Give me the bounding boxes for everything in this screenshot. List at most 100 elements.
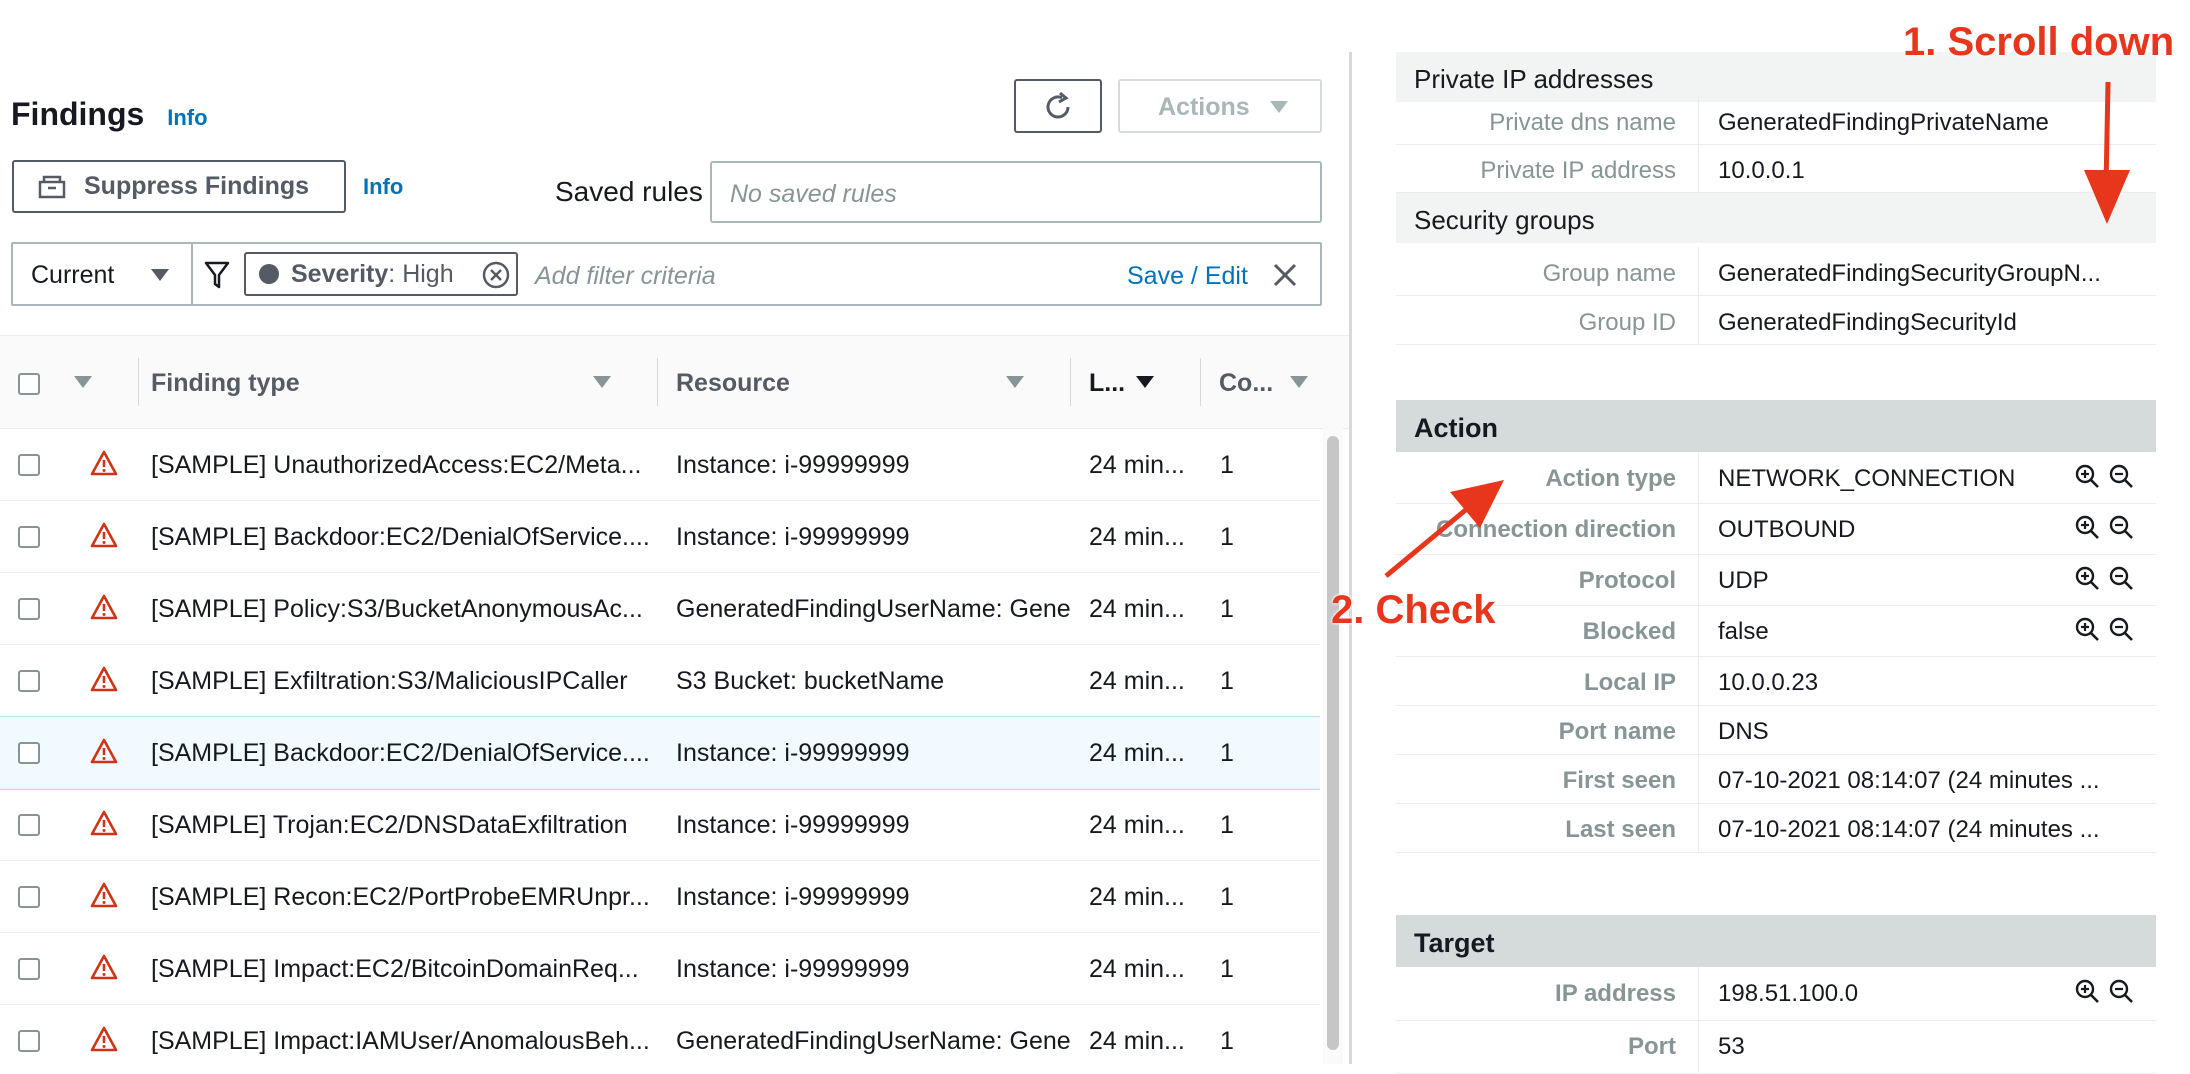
finding-type-link[interactable]: [SAMPLE] Backdoor:EC2/DenialOfService...… xyxy=(151,523,651,552)
row-checkbox[interactable] xyxy=(18,958,40,980)
finding-type-link[interactable]: [SAMPLE] Impact:IAMUser/AnomalousBeh... xyxy=(151,1027,651,1056)
table-row[interactable]: [SAMPLE] Recon:EC2/PortProbeEMRUnpr... In… xyxy=(0,860,1320,933)
clear-token-icon[interactable] xyxy=(482,261,510,289)
security-groups-heading: Security groups xyxy=(1396,193,2156,243)
detail-key: Local IP xyxy=(1583,669,1676,696)
caret-down-icon[interactable] xyxy=(74,376,92,388)
table-row[interactable]: [SAMPLE] Impact:IAMUser/AnomalousBeh... G… xyxy=(0,1004,1320,1064)
severity-filter-token: Severity : High xyxy=(244,252,518,296)
row-divider xyxy=(1698,705,1699,754)
security-groups-heading-text: Security groups xyxy=(1414,205,1595,235)
last-seen-cell: 24 min... xyxy=(1089,667,1185,695)
detail-key: Protocol xyxy=(1578,567,1676,594)
finding-type-link[interactable]: [SAMPLE] UnauthorizedAccess:EC2/Meta... xyxy=(151,451,651,480)
detail-row: Last seen 07-10-2021 08:14:07 (24 minutes… xyxy=(1396,803,2156,853)
zoom-out-icon[interactable] xyxy=(2108,616,2134,642)
zoom-out-icon[interactable] xyxy=(2108,514,2134,540)
count-cell: 1 xyxy=(1220,739,1234,767)
annotation-check: 2. Check xyxy=(1331,588,1496,632)
last-seen-cell: 24 min... xyxy=(1089,811,1185,839)
column-last-seen[interactable]: L... xyxy=(1089,369,1125,398)
caret-down-icon[interactable] xyxy=(1290,376,1308,388)
row-checkbox[interactable] xyxy=(18,742,40,764)
close-icon[interactable] xyxy=(1272,262,1298,288)
select-all-checkbox[interactable] xyxy=(18,373,40,395)
filter-input[interactable]: Add filter criteria xyxy=(535,262,716,291)
detail-value: GeneratedFindingSecurityId xyxy=(1718,309,2017,336)
saved-rules-select[interactable]: No saved rules xyxy=(710,161,1322,223)
warning-triangle-icon xyxy=(90,594,118,620)
zoom-in-icon[interactable] xyxy=(2074,565,2100,591)
scope-select[interactable]: Current xyxy=(13,244,193,304)
zoom-out-icon[interactable] xyxy=(2108,978,2134,1004)
detail-key: Private dns name xyxy=(1489,109,1676,136)
resource-cell: Instance: i-99999999 xyxy=(676,811,910,839)
zoom-in-icon[interactable] xyxy=(2074,463,2100,489)
row-checkbox[interactable] xyxy=(18,1030,40,1052)
table-row[interactable]: [SAMPLE] Impact:EC2/BitcoinDomainReq... I… xyxy=(0,932,1320,1005)
column-resource[interactable]: Resource xyxy=(676,369,790,398)
last-seen-cell: 24 min... xyxy=(1089,523,1185,551)
finding-type-link[interactable]: [SAMPLE] Backdoor:EC2/DenialOfService...… xyxy=(151,739,651,768)
finding-type-link[interactable]: [SAMPLE] Trojan:EC2/DNSDataExfiltration xyxy=(151,811,651,840)
private-ip-heading-text: Private IP addresses xyxy=(1414,64,1654,94)
zoom-in-icon[interactable] xyxy=(2074,514,2100,540)
finding-type-link[interactable]: [SAMPLE] Impact:EC2/BitcoinDomainReq... xyxy=(151,955,651,984)
finding-type-link[interactable]: [SAMPLE] Exfiltration:S3/MaliciousIPCall… xyxy=(151,667,651,696)
warning-triangle-icon xyxy=(90,810,118,836)
annotation-arrow-up-right-icon xyxy=(1384,480,1504,578)
row-checkbox[interactable] xyxy=(18,454,40,476)
actions-button[interactable]: Actions xyxy=(1118,79,1322,133)
table-row[interactable]: [SAMPLE] Backdoor:EC2/DenialOfService...… xyxy=(0,500,1320,573)
zoom-in-icon[interactable] xyxy=(2074,978,2100,1004)
detail-row: Port 53 xyxy=(1396,1020,2156,1074)
zoom-in-icon[interactable] xyxy=(2074,616,2100,642)
zoom-out-icon[interactable] xyxy=(2108,463,2134,489)
table-row[interactable]: [SAMPLE] Policy:S3/BucketAnonymousAc... G… xyxy=(0,572,1320,645)
caret-down-icon[interactable] xyxy=(593,376,611,388)
save-edit-link[interactable]: Save / Edit xyxy=(1127,262,1248,291)
token-value: : High xyxy=(388,259,454,288)
pane-splitter[interactable] xyxy=(1349,52,1352,1064)
actions-label: Actions xyxy=(1158,93,1250,121)
warning-triangle-icon xyxy=(90,1026,118,1052)
zoom-out-icon[interactable] xyxy=(2108,565,2134,591)
column-count[interactable]: Co... xyxy=(1219,369,1273,398)
table-row[interactable]: [SAMPLE] Trojan:EC2/DNSDataExfiltration I… xyxy=(0,788,1320,861)
caret-down-icon[interactable] xyxy=(1006,376,1024,388)
warning-triangle-icon xyxy=(90,666,118,692)
detail-row: Local IP 10.0.0.23 xyxy=(1396,656,2156,706)
column-divider xyxy=(138,358,139,406)
row-divider xyxy=(1698,96,1699,144)
title-info-link[interactable]: Info xyxy=(167,105,207,130)
row-checkbox[interactable] xyxy=(18,886,40,908)
target-heading-text: Target xyxy=(1414,928,1495,958)
detail-value: GeneratedFindingSecurityGroupN... xyxy=(1718,260,2101,287)
detail-value: 07-10-2021 08:14:07 (24 minutes ... xyxy=(1718,767,2100,794)
table-scrollbar-thumb[interactable] xyxy=(1327,436,1339,1050)
table-row[interactable]: [SAMPLE] Exfiltration:S3/MaliciousIPCall… xyxy=(0,644,1320,717)
row-checkbox[interactable] xyxy=(18,598,40,620)
action-heading-text: Action xyxy=(1414,413,1498,443)
finding-type-link[interactable]: [SAMPLE] Policy:S3/BucketAnonymousAc... xyxy=(151,595,651,624)
row-divider xyxy=(1698,1020,1699,1073)
suppress-findings-button[interactable]: Suppress Findings xyxy=(12,160,346,213)
resource-cell: Instance: i-99999999 xyxy=(676,523,910,551)
suppress-info-link[interactable]: Info xyxy=(363,174,403,200)
table-scrollbar-track[interactable] xyxy=(1323,428,1343,1064)
sort-desc-icon[interactable] xyxy=(1136,376,1154,388)
row-checkbox[interactable] xyxy=(18,670,40,692)
finding-type-link[interactable]: [SAMPLE] Recon:EC2/PortProbeEMRUnpr... xyxy=(151,883,651,912)
resource-cell: GeneratedFindingUserName: Gene xyxy=(676,1027,1071,1055)
row-divider xyxy=(1698,296,1699,344)
column-finding-type[interactable]: Finding type xyxy=(151,369,300,398)
funnel-icon[interactable] xyxy=(204,260,230,290)
row-divider xyxy=(1698,452,1699,503)
page-title: Findings Info xyxy=(11,96,208,133)
row-checkbox[interactable] xyxy=(18,526,40,548)
table-row[interactable]: [SAMPLE] Backdoor:EC2/DenialOfService...… xyxy=(0,716,1320,790)
detail-value: 53 xyxy=(1718,1033,1745,1060)
table-row[interactable]: [SAMPLE] UnauthorizedAccess:EC2/Meta... I… xyxy=(0,428,1320,501)
row-checkbox[interactable] xyxy=(18,814,40,836)
refresh-button[interactable] xyxy=(1014,79,1102,133)
